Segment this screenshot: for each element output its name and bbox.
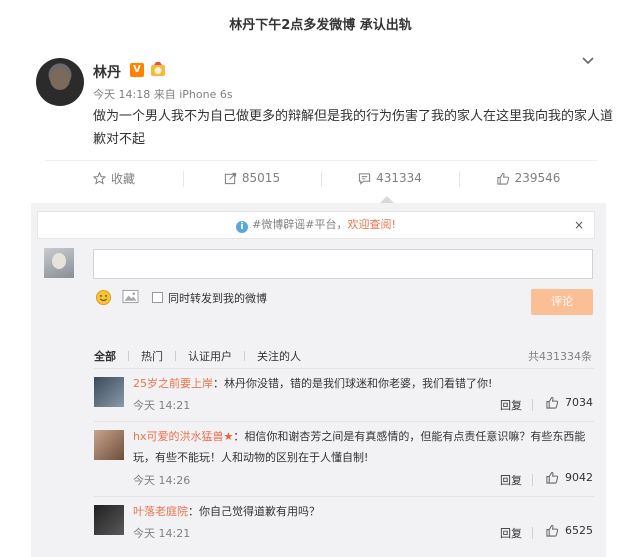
thumbs-up-icon (546, 471, 559, 484)
post-source[interactable]: iPhone 6s (179, 88, 232, 101)
comment-panel-pointer (380, 196, 394, 203)
reply-button[interactable]: 回复 (500, 397, 522, 413)
notice-link[interactable]: 欢迎查阅! (348, 218, 396, 231)
post-meta: 今天 14:18 来自 iPhone 6s (93, 86, 233, 102)
rumor-notice: i #微博辟谣#平台，欢迎查阅! × (37, 211, 595, 239)
close-icon[interactable]: × (574, 219, 584, 231)
comment-divider (532, 527, 533, 539)
comment-time: 今天 14:21 (133, 399, 191, 412)
filter-all[interactable]: 全部 (94, 348, 116, 364)
comment-total: 共431334条 (528, 350, 592, 363)
commenter-name[interactable]: hx可爱的洪水猛兽 (133, 430, 223, 443)
submit-comment-button[interactable]: 评论 (531, 289, 593, 315)
image-icon[interactable] (122, 289, 139, 304)
like-button[interactable]: 239546 (459, 169, 597, 187)
comment-item: 叶落老庭院：你自己觉得道歉有用吗？ 今天 14:21 回复 6525 (94, 496, 594, 554)
comment-count: 431334 (376, 171, 422, 185)
comment-button[interactable]: 431334 (321, 169, 459, 187)
filter-divider (175, 351, 176, 361)
comment-like-button[interactable]: 6525 (545, 524, 593, 537)
filter-following[interactable]: 关注的人 (257, 348, 301, 364)
filter-divider (244, 351, 245, 361)
commenter-name[interactable]: 25岁之前要上岸 (133, 377, 213, 390)
commenter-avatar[interactable] (94, 505, 124, 535)
repost-button[interactable]: 85015 (183, 169, 321, 187)
comment-like-count: 7034 (565, 396, 593, 409)
comment-like-count: 6525 (565, 524, 593, 537)
thumbs-up-icon (546, 524, 559, 537)
filter-verified[interactable]: 认证用户 (188, 348, 232, 364)
info-icon: i (236, 221, 249, 233)
comment-text: 25岁之前要上岸：林丹你没错，错的是我们球迷和你老婆，我们看错了你! (133, 373, 593, 394)
author-name[interactable]: 林丹 (93, 62, 121, 82)
comment-like-button[interactable]: 7034 (545, 396, 593, 409)
notice-text[interactable]: #微博辟谣#平台， (252, 218, 347, 231)
post-from-label: 来自 (153, 88, 176, 101)
emoji-icon[interactable] (95, 289, 112, 306)
comment-item: hx可爱的洪水猛兽★：相信你和谢杏芳之间是有真感情的，但能有点责任意识嘛？有些东… (94, 421, 594, 492)
author-avatar[interactable] (36, 58, 84, 106)
commenter-name[interactable]: 叶落老庭院 (133, 505, 188, 518)
repost-checkbox-label[interactable]: 同时转发到我的微博 (168, 290, 267, 306)
comment-like-button[interactable]: 9042 (545, 471, 593, 484)
repost-icon (224, 172, 237, 184)
star-badge-icon: ★ (223, 430, 234, 443)
favorite-button[interactable]: 收藏 (45, 169, 183, 187)
comment-text: hx可爱的洪水猛兽★：相信你和谢杏芳之间是有真感情的，但能有点责任意识嘛？有些东… (133, 426, 593, 468)
filter-hot[interactable]: 热门 (141, 348, 163, 364)
commenter-avatar[interactable] (94, 377, 124, 407)
comment-icon (358, 172, 371, 185)
comment-divider (532, 474, 533, 486)
comment-time: 今天 14:21 (133, 527, 191, 540)
post-body: 做为一个男人我不为自己做更多的辩解但是我的行为伤害了我的家人在这里我向我的家人道… (93, 109, 614, 147)
comment-body: ：你自己觉得道歉有用吗？ (188, 505, 320, 518)
comment-item: 25岁之前要上岸：林丹你没错，错的是我们球迷和你老婆，我们看错了你! 今天 14… (94, 368, 594, 415)
comment-panel: i #微博辟谣#平台，欢迎查阅! × 同时转发到我的微博 评论 全部 热门 认证用… (31, 203, 606, 557)
chevron-down-icon[interactable] (581, 56, 595, 66)
thumbs-up-icon (546, 396, 559, 409)
filter-divider (128, 351, 129, 361)
favorite-label: 收藏 (110, 171, 135, 186)
comment-time: 今天 14:26 (133, 474, 191, 487)
repost-count: 85015 (241, 171, 281, 185)
medal-icon (151, 62, 165, 76)
reply-button[interactable]: 回复 (500, 525, 522, 541)
post-action-bar: 收藏 85015 431334 239546 (45, 160, 598, 192)
current-user-avatar (44, 248, 74, 278)
commenter-avatar[interactable] (94, 430, 124, 460)
comment-body: ：林丹你没错，错的是我们球迷和你老婆，我们看错了你! (213, 377, 493, 390)
comment-input[interactable] (93, 249, 593, 279)
thumbs-up-icon (496, 172, 509, 185)
post-time[interactable]: 今天 14:18 (93, 88, 150, 101)
star-outline-icon (92, 171, 106, 184)
comment-filter-tabs: 全部 热门 认证用户 关注的人 (94, 348, 313, 364)
article-headline: 林丹下午2点多发微博 承认出轨 (229, 18, 412, 33)
comment-divider (532, 399, 533, 411)
verified-badge-icon: V (130, 63, 144, 77)
weibo-post: 林丹 V 今天 14:18 来自 iPhone 6s 做为一个男人我不为自己做更… (0, 42, 641, 154)
repost-checkbox[interactable] (152, 292, 163, 303)
comment-like-count: 9042 (565, 471, 593, 484)
comment-text: 叶落老庭院：你自己觉得道歉有用吗？ (133, 501, 593, 522)
like-count: 239546 (514, 171, 561, 185)
reply-button[interactable]: 回复 (500, 472, 522, 488)
